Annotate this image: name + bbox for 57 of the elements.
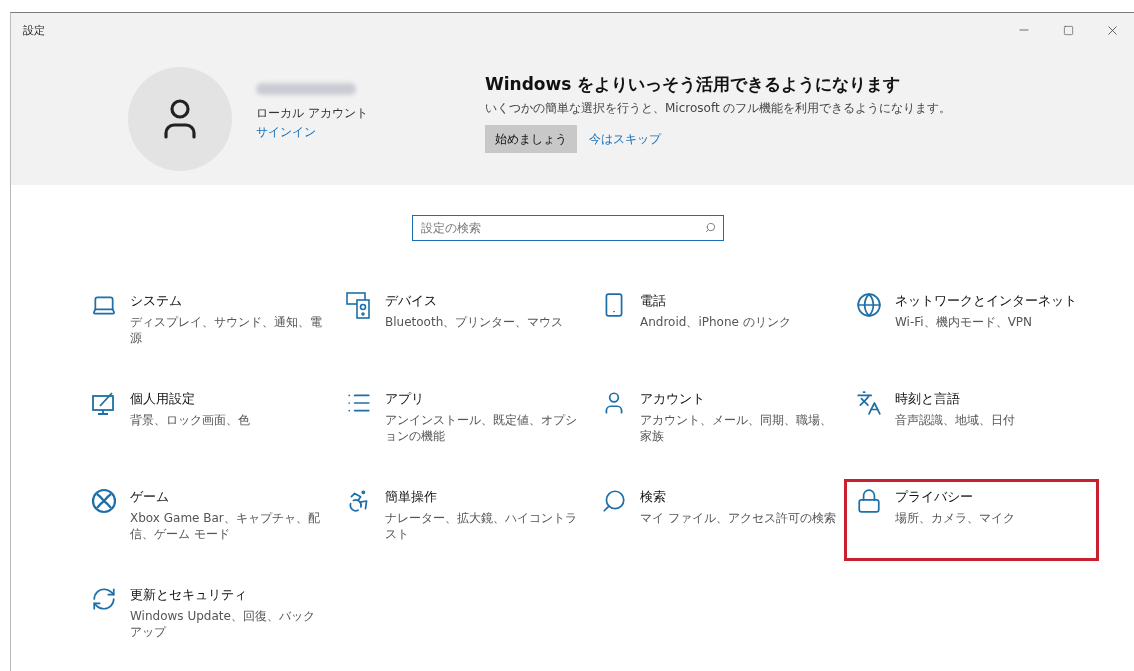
settings-tile[interactable]: 更新とセキュリティ Windows Update、回復、バックアップ [79,577,334,659]
sign-in-link[interactable]: サインイン [256,124,461,141]
tile-subtitle: Bluetooth、プリンター、マウス [385,314,565,330]
tile-title: ネットワークとインターネット [895,292,1078,310]
settings-tile[interactable]: 検索 マイ ファイル、アクセス許可の検索 [589,479,844,561]
tile-title: 簡単操作 [385,488,438,506]
tile-subtitle: アンインストール、既定値、オプションの機能 [385,412,578,444]
tile-title: 検索 [640,488,667,506]
tile-title: システム [130,292,183,310]
settings-tile[interactable]: アプリ アンインストール、既定値、オプションの機能 [334,381,589,463]
settings-tile[interactable]: デバイス Bluetooth、プリンター、マウス [334,283,589,365]
window-title: 設定 [23,22,46,38]
tile-title: デバイス [385,292,438,310]
settings-tile[interactable]: 時刻と言語 音声認識、地域、日付 [844,381,1099,463]
settings-tile[interactable]: 簡単操作 ナレーター、拡大鏡、ハイコントラスト [334,479,589,561]
settings-tile[interactable]: システム ディスプレイ、サウンド、通知、電源 [79,283,334,365]
promo-title: Windows をよりいっそう活用できるようになります [485,73,902,96]
settings-tile[interactable]: ネットワークとインターネット Wi-Fi、機内モード、VPN [844,283,1099,365]
settings-tile[interactable]: 個人用設定 背景、ロック画面、色 [79,381,334,463]
tile-title: アプリ [385,390,425,408]
search-icon [704,222,716,233]
tile-subtitle: アカウント、メール、同期、職場、家族 [640,412,833,444]
tile-title: 時刻と言語 [895,390,961,408]
maximize-icon [1062,24,1074,36]
settings-tile[interactable]: プライバシー 場所、カメラ、マイク [844,479,1099,561]
lock-icon [856,488,882,514]
skip-link[interactable]: 今はスキップ [589,130,661,148]
tile-title: 電話 [640,292,667,310]
get-started-button[interactable]: 始めましょう [485,125,577,153]
tile-subtitle: 背景、ロック画面、色 [130,412,251,428]
account-type: ローカル アカウント [256,105,369,122]
tile-subtitle: 音声認識、地域、日付 [895,412,1016,428]
refresh-icon [91,586,117,612]
promo-text: いくつかの簡単な選択を行うと、Microsoft のフル機能を利用できるようになります。 [485,100,952,117]
search-field[interactable]: 設定の検索 [411,215,724,241]
globe-icon [856,292,882,318]
tile-subtitle: Xbox Game Bar、キャプチャ、配信、ゲーム モード [130,510,321,542]
monitor-brush-icon [91,390,117,416]
language-icon [856,390,882,416]
tile-subtitle: Android、iPhone のリンク [640,314,792,330]
tile-subtitle: ナレーター、拡大鏡、ハイコントラスト [385,510,578,542]
tile-title: 更新とセキュリティ [130,586,248,604]
tile-title: プライバシー [895,488,974,506]
settings-tile[interactable]: 電話 Android、iPhone のリンク [589,283,844,365]
tile-title: アカウント [640,390,706,408]
tile-title: 個人用設定 [130,390,196,408]
tile-title: ゲーム [130,488,170,506]
keyboard-speaker-icon [346,292,372,320]
tile-subtitle: マイ ファイル、アクセス許可の検索 [640,510,836,526]
search-icon [601,488,627,514]
settings-tile[interactable]: アカウント アカウント、メール、同期、職場、家族 [589,381,844,463]
tile-subtitle: Windows Update、回復、バックアップ [130,608,316,640]
tile-subtitle: Wi-Fi、機内モード、VPN [895,314,1034,330]
xbox-icon [91,488,117,514]
tile-subtitle: ディスプレイ、サウンド、通知、電源 [130,314,323,346]
settings-tile[interactable]: ゲーム Xbox Game Bar、キャプチャ、配信、ゲーム モード [79,479,334,561]
tile-subtitle: 場所、カメラ、マイク [895,510,1016,526]
